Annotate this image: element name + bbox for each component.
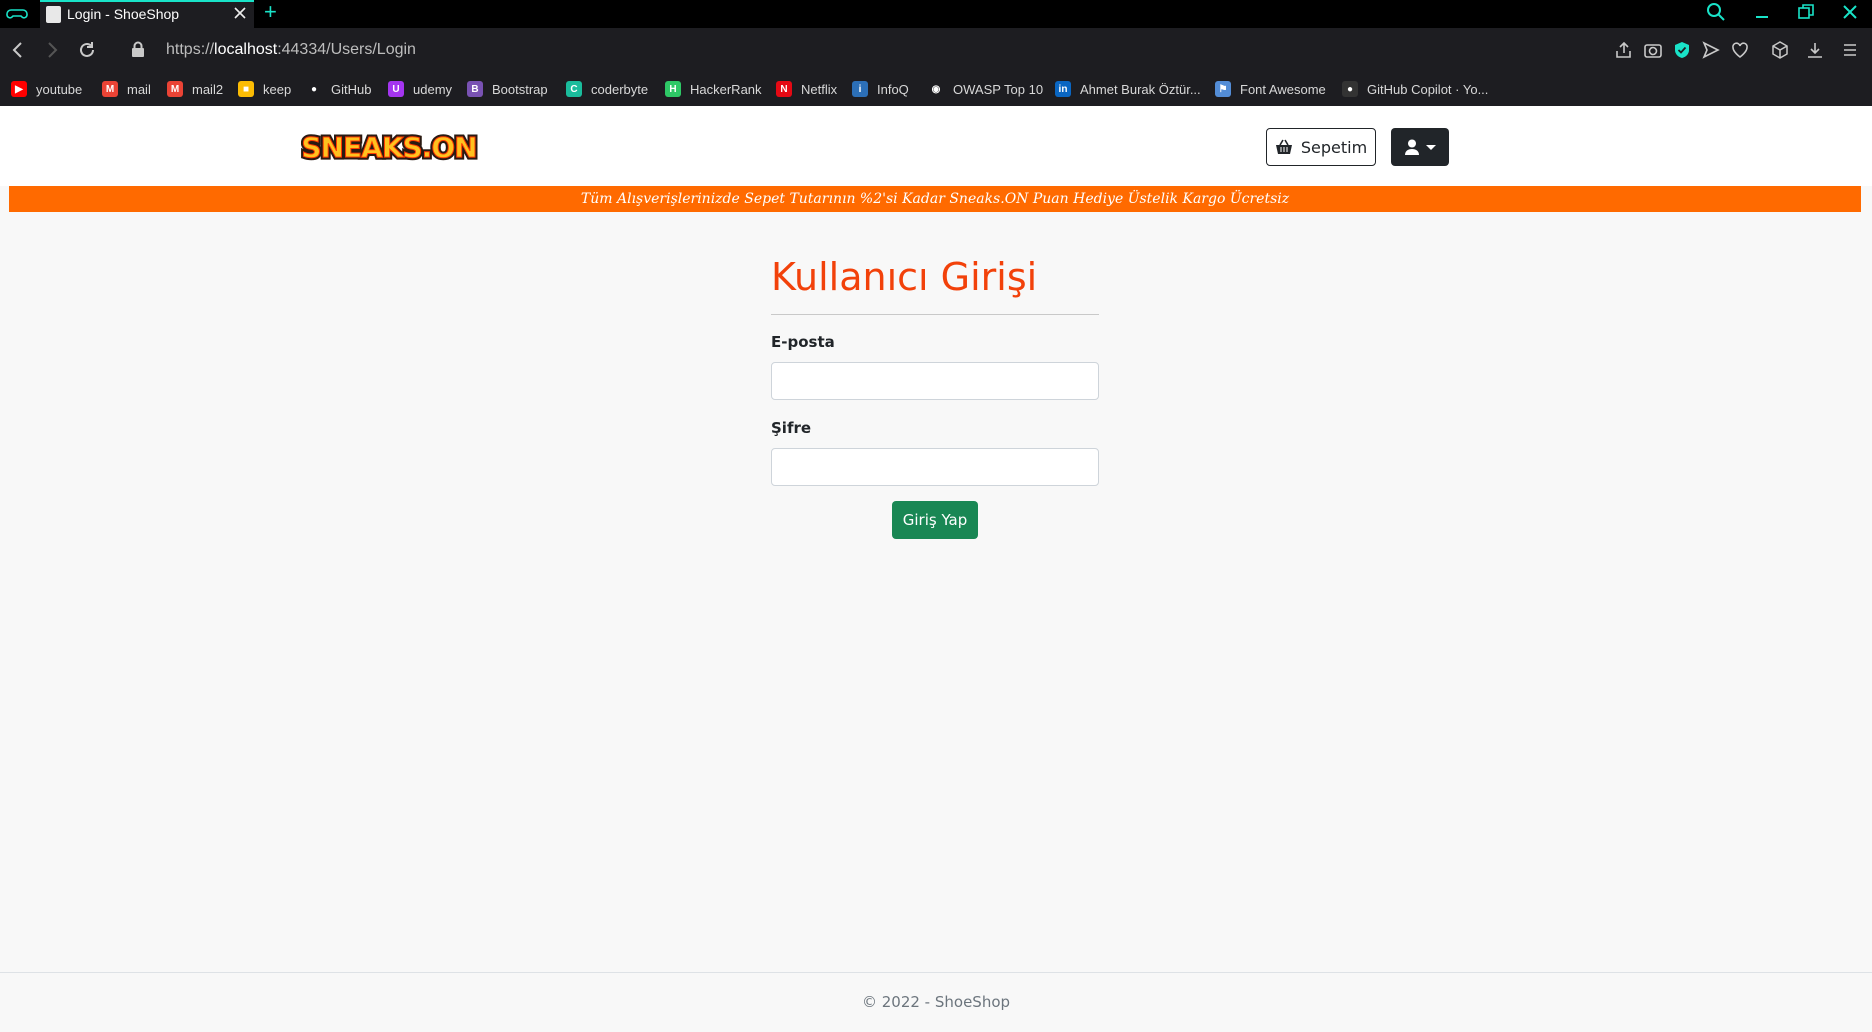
login-form: Kullanıcı Girişi E-posta Şifre Giriş Yap: [771, 250, 1099, 539]
new-tab-button[interactable]: +: [264, 1, 277, 23]
site-header: SNEAKS.ON SNEAKS.ON Sepetim: [0, 106, 1872, 186]
cube-icon[interactable]: [1770, 40, 1790, 60]
minimize-icon[interactable]: [1752, 2, 1772, 27]
bookmark-label: HackerRank: [690, 81, 762, 97]
bookmark-item[interactable]: ● GitHub: [306, 80, 372, 98]
user-icon: [1405, 139, 1419, 155]
camera-icon[interactable]: [1643, 40, 1663, 60]
font-awesome-icon: ⚑: [1215, 81, 1231, 97]
bookmark-label: mail: [127, 81, 151, 97]
bookmark-item[interactable]: Mmail2: [167, 80, 223, 98]
bookmark-label: keep: [263, 81, 292, 97]
bookmark-label: GitHub Copilot · Yo...: [1367, 81, 1489, 97]
promo-banner: Tüm Alışverişlerinizde Sepet Tutarının %…: [9, 186, 1861, 212]
cart-button[interactable]: Sepetim: [1266, 128, 1376, 166]
bookmark-label: Ahmet Burak Öztür...: [1080, 81, 1201, 97]
bookmark-label: GitHub: [331, 81, 372, 97]
bookmark-label: udemy: [413, 81, 453, 97]
bookmark-label: Bootstrap: [492, 81, 548, 97]
hackerrank-icon: H: [665, 81, 681, 97]
bootstrap-icon: B: [467, 81, 483, 97]
url-rest: :44334/Users/Login: [277, 41, 416, 58]
reload-icon[interactable]: [77, 40, 97, 60]
bookmark-label: InfoQ: [877, 81, 909, 97]
password-field[interactable]: [771, 448, 1099, 486]
svg-text:SNEAKS.ON: SNEAKS.ON: [301, 131, 476, 164]
netflix-icon: N: [776, 81, 792, 97]
basket-icon: [1275, 139, 1292, 154]
title-divider: [771, 314, 1099, 315]
password-label: Şifre: [771, 419, 812, 437]
bookmark-item[interactable]: ■ keep: [238, 80, 291, 98]
page-title: Kullanıcı Girişi: [771, 255, 1038, 299]
keep-icon: ■: [238, 81, 254, 97]
bookmark-label: OWASP Top 10: [953, 81, 1044, 97]
footer-copyright: © 2022 - ShoeShop: [861, 993, 1011, 1011]
forward-icon[interactable]: [42, 40, 62, 60]
restore-icon[interactable]: [1796, 2, 1816, 27]
email-label: E-posta: [771, 333, 835, 351]
url-field[interactable]: https://localhost:44334/Users/Login: [166, 41, 416, 59]
linkedin-icon: in: [1055, 81, 1071, 97]
github-copilot-icon: ●: [1342, 81, 1358, 97]
search-icon[interactable]: [1706, 2, 1726, 27]
bookmark-item[interactable]: Ccoderbyte: [566, 80, 648, 98]
page-icon: [46, 6, 61, 23]
send-icon[interactable]: [1701, 40, 1721, 60]
browser-tab-bar: Login - ShoeShop +: [0, 0, 1872, 28]
tab-login[interactable]: Login - ShoeShop: [40, 0, 254, 28]
url-host: localhost: [214, 41, 278, 58]
cart-label: Sepetim: [1300, 137, 1368, 157]
bookmark-item[interactable]: N Netflix: [776, 80, 837, 98]
infoq-icon: i: [852, 81, 868, 97]
bookmark-item[interactable]: in Ahmet Burak Öztür...: [1055, 80, 1201, 98]
coderbyte-icon: C: [566, 81, 582, 97]
github-icon: ●: [310, 83, 318, 95]
bookmark-label: Netflix: [801, 81, 838, 97]
bookmark-item[interactable]: B Bootstrap: [467, 80, 548, 98]
sneaks-on-logo[interactable]: SNEAKS.ON SNEAKS.ON: [301, 127, 478, 166]
bookmark-item[interactable]: H HackerRank: [665, 80, 762, 98]
heart-icon[interactable]: [1730, 40, 1750, 60]
login-button[interactable]: Giriş Yap: [892, 501, 978, 539]
bookmark-label: mail2: [192, 81, 224, 97]
download-icon[interactable]: [1805, 40, 1825, 60]
bookmark-label: youtube: [36, 81, 83, 97]
back-icon[interactable]: [8, 40, 28, 60]
youtube-icon: ▶: [11, 81, 27, 97]
owasp-icon: ◉: [931, 83, 941, 95]
email-field[interactable]: [771, 362, 1099, 400]
bookmarks-bar: ▶ youtube Mmail Mmail2 ■ keep ● GitHub Uudemy B Bo…: [0, 72, 1872, 106]
site-footer: © 2022 - ShoeShop: [0, 972, 1872, 1032]
menu-icon[interactable]: [1840, 40, 1860, 60]
close-window-icon[interactable]: [1840, 2, 1860, 27]
bookmark-item[interactable]: i InfoQ: [852, 80, 909, 98]
gmail-icon: M: [102, 81, 118, 97]
gmail-icon: M: [167, 81, 183, 97]
bookmark-item[interactable]: Mmail: [102, 80, 151, 98]
bookmark-item[interactable]: ▶ youtube: [11, 80, 82, 98]
bookmark-item[interactable]: ● GitHub Copilot · Yo...: [1342, 80, 1488, 98]
address-bar: https://localhost:44334/Users/Login: [0, 28, 1872, 72]
lock-icon[interactable]: [131, 41, 145, 57]
bookmark-label: coderbyte: [591, 81, 649, 97]
shield-icon[interactable]: [1672, 40, 1692, 60]
bookmark-label: Font Awesome: [1240, 81, 1326, 97]
user-menu-button[interactable]: [1391, 128, 1449, 166]
tab-title: Login - ShoeShop: [67, 6, 180, 22]
caret-down-icon: [1426, 144, 1436, 150]
bookmark-item[interactable]: ⚑ Font Awesome: [1215, 80, 1326, 98]
url-prefix: https://: [166, 41, 215, 58]
udemy-icon: U: [388, 81, 404, 97]
bookmark-item[interactable]: ◉ OWASP Top 10: [928, 80, 1043, 98]
bookmark-item[interactable]: Uudemy: [388, 80, 452, 98]
share-icon[interactable]: [1614, 40, 1634, 60]
close-tab-icon[interactable]: [232, 5, 248, 21]
gamepad-icon[interactable]: [6, 4, 28, 24]
